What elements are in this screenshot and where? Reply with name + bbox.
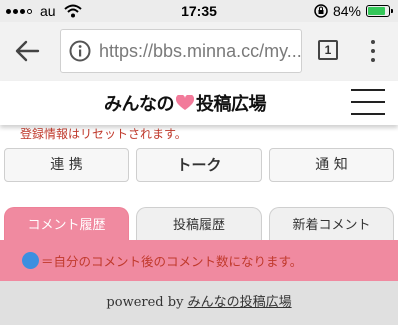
url-text[interactable]: https://bbs.minna.cc/my... — [99, 41, 301, 62]
link-button[interactable]: 連 携 — [4, 148, 129, 182]
tab-new-comments[interactable]: 新着コメント — [269, 207, 394, 243]
back-arrow-icon[interactable] — [14, 39, 40, 63]
tab-switcher-button[interactable]: 1 — [318, 40, 338, 60]
site-header: みんなの 投稿広場 — [0, 81, 398, 125]
heart-icon — [176, 95, 194, 110]
tab-post-history[interactable]: 投稿履歴 — [136, 207, 262, 243]
talk-button[interactable]: トーク — [136, 148, 262, 182]
reset-notice: 登録情報はリセットされます。 — [20, 127, 187, 141]
footer-prefix: powered by — [106, 295, 188, 310]
site-logo[interactable]: みんなの 投稿広場 — [104, 90, 267, 116]
browser-toolbar: https://bbs.minna.cc/my... 1 — [0, 22, 398, 81]
battery-percent: 84% — [332, 3, 361, 19]
logo-text-left: みんなの — [104, 94, 175, 115]
count-dot-icon — [22, 252, 39, 269]
info-icon[interactable] — [69, 40, 91, 62]
status-bar: au 17:35 84% — [0, 0, 398, 22]
notify-button[interactable]: 通 知 — [269, 148, 394, 182]
battery-icon — [366, 5, 393, 17]
footer: powered by みんなの投稿広場 — [0, 281, 398, 325]
comment-count-legend: ＝自分のコメント後のコメント数になります。 — [0, 240, 398, 281]
rotation-lock-icon — [314, 4, 328, 18]
logo-text-right: 投稿広場 — [196, 94, 267, 115]
hamburger-menu-icon[interactable] — [351, 89, 385, 115]
overflow-menu-icon[interactable] — [369, 40, 377, 62]
legend-text: ＝自分のコメント後のコメント数になります。 — [41, 254, 303, 269]
footer-site-link[interactable]: みんなの投稿広場 — [188, 295, 292, 310]
tab-comment-history[interactable]: コメント履歴 — [4, 207, 129, 243]
status-bar-right: 84% — [314, 3, 393, 19]
battery-fill — [368, 7, 385, 15]
address-bar[interactable]: https://bbs.minna.cc/my... — [60, 29, 302, 73]
